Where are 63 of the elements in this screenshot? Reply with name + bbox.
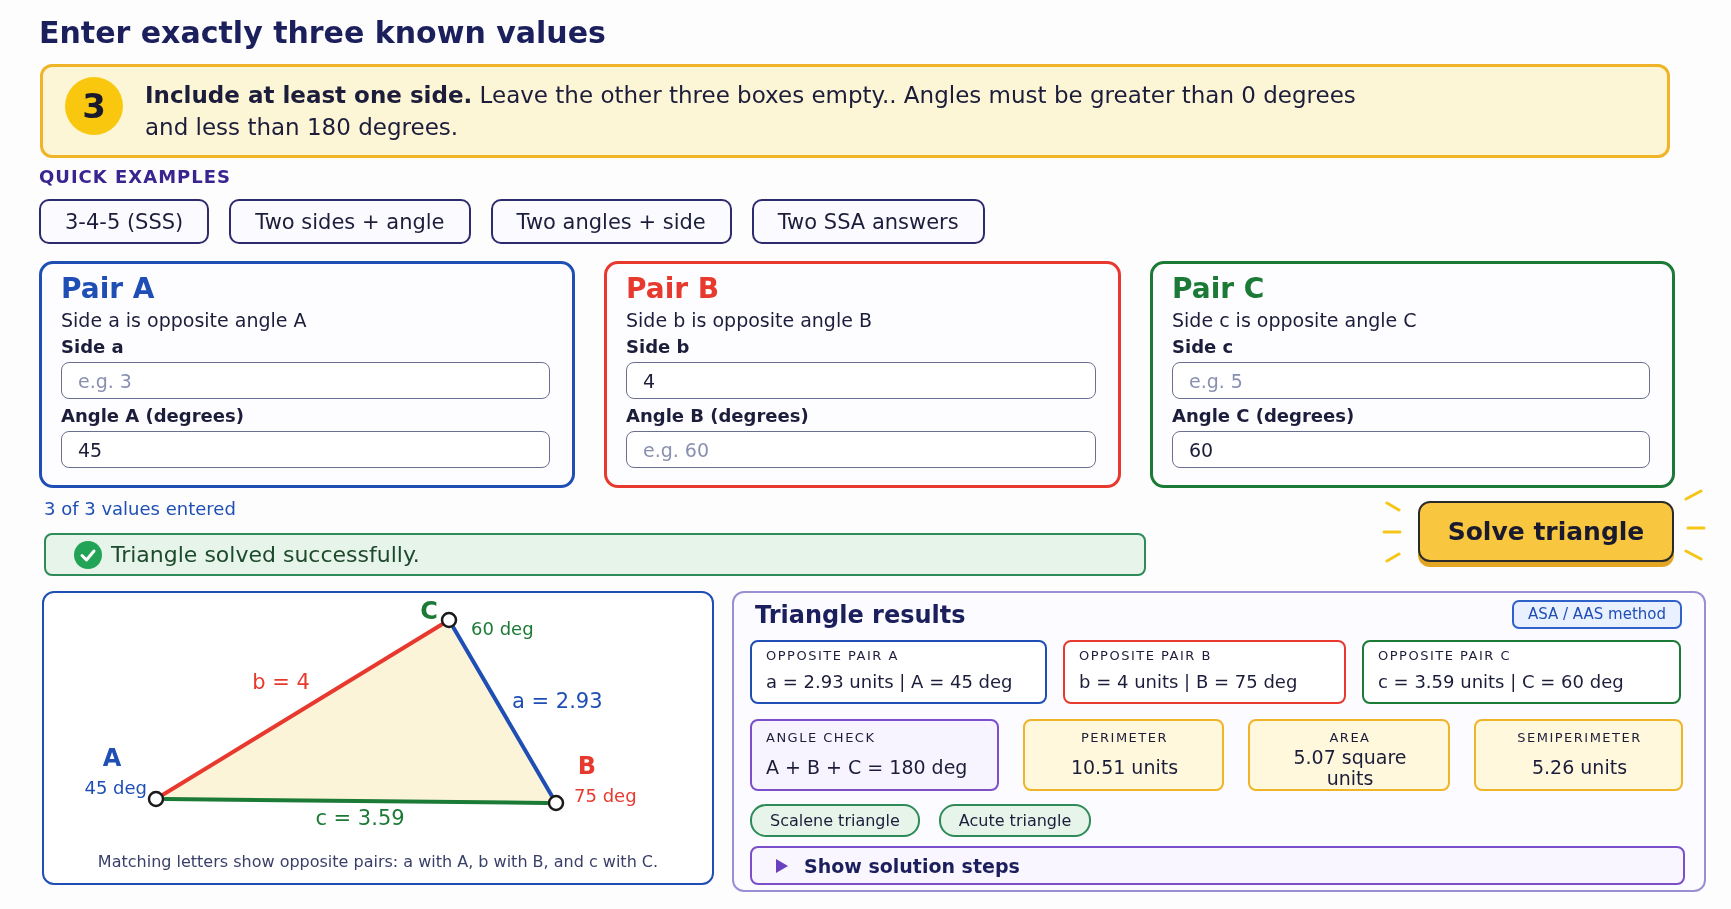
field-label: Angle B (degrees) bbox=[626, 404, 809, 428]
vertex-label: B bbox=[577, 752, 597, 780]
vertex-label: C bbox=[420, 597, 438, 625]
metric-label: PERIMETER bbox=[1080, 730, 1168, 746]
spark-lines-icon bbox=[1382, 501, 1402, 563]
type-tag: Acute triangle bbox=[938, 804, 1092, 837]
step-number: 3 bbox=[65, 77, 123, 135]
metric-label: SEMIPERIMETER bbox=[1517, 730, 1642, 746]
angle-input[interactable]: 45 bbox=[61, 431, 550, 468]
result-label: OPPOSITE PAIR C bbox=[1378, 648, 1511, 664]
pair-description: Side b is opposite angle B bbox=[626, 308, 872, 333]
angle-input[interactable]: 60 bbox=[1172, 431, 1650, 468]
result-label: OPPOSITE PAIR A bbox=[766, 648, 899, 664]
field-label: Side b bbox=[626, 335, 690, 359]
pair-title: Pair A bbox=[61, 272, 155, 306]
pair-description: Side a is opposite angle A bbox=[61, 308, 307, 333]
side-input[interactable]: e.g. 5 bbox=[1172, 362, 1650, 399]
vertex-circle-icon bbox=[440, 611, 458, 629]
metric-value: 5.26 units bbox=[1531, 757, 1628, 778]
field-label: Angle A (degrees) bbox=[61, 404, 244, 428]
vertex-circle-icon bbox=[147, 790, 165, 808]
values-count: 3 of 3 values entered bbox=[44, 499, 236, 519]
status-message: Triangle solved successfully. bbox=[111, 542, 420, 567]
pair-title: Pair C bbox=[1172, 272, 1265, 306]
diagram-caption: Matching letters show opposite pairs: a with A, b with B, and c with C. bbox=[97, 851, 659, 873]
example-button[interactable]: Two angles + side bbox=[490, 199, 732, 244]
pair-title: Pair B bbox=[626, 272, 720, 306]
result-value: a = 2.93 units | A = 45 deg bbox=[766, 670, 1013, 694]
angle-label: 75 deg bbox=[574, 785, 637, 806]
vertex-circle-icon bbox=[547, 794, 565, 812]
side-label: b = 4 bbox=[252, 670, 310, 694]
result-value: b = 4 units | B = 75 deg bbox=[1079, 670, 1298, 694]
field-label: Side a bbox=[61, 335, 124, 359]
metric-label: ANGLE CHECK bbox=[766, 730, 876, 746]
side-input[interactable]: e.g. 3 bbox=[61, 362, 550, 399]
field-label: Angle C (degrees) bbox=[1172, 404, 1355, 428]
angle-label: 45 deg bbox=[84, 777, 147, 798]
pair-description: Side c is opposite angle C bbox=[1172, 308, 1417, 333]
example-button[interactable]: Two sides + angle bbox=[229, 199, 471, 244]
field-label: Side c bbox=[1172, 335, 1234, 359]
results-title: Triangle results bbox=[755, 600, 966, 629]
type-tag: Scalene triangle bbox=[750, 804, 920, 837]
metric-value: A + B + C = 180 deg bbox=[766, 757, 968, 778]
page-title: Enter exactly three known values bbox=[39, 16, 606, 50]
result-value: c = 3.59 units | C = 60 deg bbox=[1378, 670, 1624, 694]
result-label: OPPOSITE PAIR B bbox=[1079, 648, 1212, 664]
spark-lines-icon bbox=[1683, 489, 1706, 561]
side-label: c = 3.59 bbox=[315, 806, 405, 830]
check-circle-icon bbox=[74, 540, 102, 569]
metric-value: 10.51 units bbox=[1070, 757, 1179, 778]
example-button[interactable]: Two SSA answers bbox=[751, 199, 985, 244]
notice-text: Include at least one side. Leave the other three boxes empty.. Angles must be greater than 0 degrees and less than 180 degrees. bbox=[145, 81, 1357, 142]
metric-value: 5.07 square units bbox=[1292, 746, 1408, 789]
method-tag: ASA / AAS method bbox=[1511, 600, 1682, 629]
side-input[interactable]: 4 bbox=[626, 362, 1096, 399]
example-button[interactable]: 3-4-5 (SSS) bbox=[39, 199, 210, 244]
side-label: a = 2.93 bbox=[512, 689, 603, 713]
examples-heading: QUICK EXAMPLES bbox=[39, 166, 231, 188]
metric-label: AREA bbox=[1329, 730, 1371, 746]
solution-steps-toggle[interactable]: Show solution steps bbox=[750, 846, 1685, 885]
angle-input[interactable]: e.g. 60 bbox=[626, 431, 1096, 468]
angle-label: 60 deg bbox=[471, 618, 534, 639]
vertex-label: A bbox=[102, 744, 122, 772]
